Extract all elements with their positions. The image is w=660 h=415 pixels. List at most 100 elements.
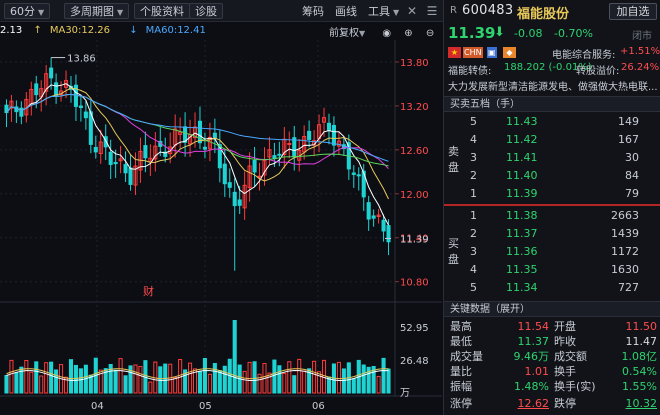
- volume-bar: [277, 365, 282, 394]
- bid-side: 买 盘 1 11.38 2663 2 11.37 1439 3 11.36 11…: [444, 207, 660, 298]
- candle-body: [287, 142, 292, 145]
- adjust-label: 前复权: [329, 28, 359, 39]
- key-data-value: 11.37: [517, 335, 550, 348]
- sector-value: +1.51%: [620, 46, 660, 57]
- key-data-label: 振幅: [450, 380, 472, 393]
- stock-info-button[interactable]: 个股资料: [134, 3, 190, 19]
- candle-body: [381, 219, 386, 232]
- multi-period-button[interactable]: 多周期图 ▼: [64, 3, 130, 19]
- volume-bar: [44, 362, 49, 394]
- candle-body: [54, 82, 59, 96]
- key-data-label: 换手(实): [554, 380, 596, 393]
- tools-label: 工具: [368, 5, 390, 18]
- volume-bar: [302, 370, 307, 394]
- premium-value: 26.24%: [621, 62, 660, 73]
- candle-body: [232, 191, 237, 207]
- menu-icon[interactable]: ☰: [424, 3, 440, 19]
- candle-body: [386, 225, 391, 243]
- candle-body: [49, 67, 54, 79]
- company-news[interactable]: 大力发展新型清洁能源发电、做强做大热电联...: [448, 78, 657, 93]
- orderbook-header[interactable]: 买卖五档（手）: [444, 96, 660, 112]
- bid-volume: 1172: [611, 245, 639, 258]
- last-price: 11.39: [448, 24, 496, 42]
- volume-bar: [272, 359, 277, 394]
- volume-bar: [282, 372, 287, 394]
- volume-bar: [14, 372, 19, 394]
- finance-tag: 财: [143, 284, 154, 298]
- key-data-header[interactable]: 关键数据（展开）: [444, 301, 660, 317]
- volume-bar: [336, 361, 341, 394]
- ask-price: 11.42: [506, 133, 538, 146]
- candle-body: [277, 153, 282, 156]
- diagnose-button[interactable]: 诊股: [189, 3, 223, 19]
- bid-price: 11.35: [506, 263, 538, 276]
- chevron-down-icon: ▼: [393, 8, 400, 17]
- stock-code: 600483: [462, 3, 514, 18]
- add-watchlist-button[interactable]: 加自选: [609, 3, 657, 20]
- minus-icon[interactable]: ⊖: [426, 28, 434, 39]
- volume-bar: [49, 361, 54, 394]
- ask-row[interactable]: 2 11.40 84: [444, 167, 660, 185]
- chips-button[interactable]: 筹码: [296, 3, 330, 19]
- ask-row[interactable]: 4 11.42 167: [444, 131, 660, 149]
- ma60-legend: ↓ MA60:12.41: [129, 25, 214, 36]
- volume-bar: [386, 368, 391, 394]
- volume-bar: [133, 364, 138, 394]
- ask-price: 11.40: [506, 169, 538, 182]
- key-data-value: 9.46万: [513, 350, 550, 363]
- close-icon[interactable]: ✕: [404, 3, 420, 19]
- bid-row[interactable]: 5 11.34 727: [444, 279, 660, 297]
- volume-bar: [197, 370, 203, 394]
- tools-button[interactable]: 工具 ▼: [362, 3, 405, 19]
- kline-chart-area[interactable]: 13.80 13.20 12.60 12.00 11.40 10.80 04 05 06 13.8…: [0, 22, 442, 415]
- key-data-row: 涨停 12.62 跌停 10.32: [444, 396, 660, 411]
- stock-info-label: 个股资料: [140, 5, 184, 18]
- period-label: 60分: [10, 5, 35, 18]
- sector-label[interactable]: 电能综合服务:: [552, 46, 615, 61]
- volume-bar: [29, 371, 34, 394]
- key-data-label: 成交额: [554, 350, 587, 363]
- ask-price: 11.41: [506, 151, 538, 164]
- key-data-row: 量比 1.01 换手 0.54%: [444, 364, 660, 379]
- convertible-label[interactable]: 福能转债:: [448, 62, 491, 77]
- key-data-label: 量比: [450, 365, 472, 378]
- volume-bar: [351, 378, 356, 394]
- bid-level: 5: [470, 281, 477, 294]
- volume-bar: [9, 359, 14, 394]
- capital-icon: ◆: [503, 47, 516, 58]
- price-axis-label: 13.20: [400, 102, 429, 113]
- ask-row[interactable]: 1 11.39 79: [444, 185, 660, 203]
- kline-chart[interactable]: 13.8013.2012.6012.0011.4010.8004 05 0613.8…: [0, 22, 442, 415]
- bid-level: 4: [470, 263, 477, 276]
- bid-row[interactable]: 1 11.38 2663: [444, 207, 660, 225]
- volume-bar: [297, 358, 302, 394]
- bid-row[interactable]: 4 11.35 1630: [444, 261, 660, 279]
- bid-row[interactable]: 3 11.36 1172: [444, 243, 660, 261]
- candle-body: [307, 130, 312, 140]
- draw-line-button[interactable]: 画线: [329, 3, 363, 19]
- chips-label: 筹码: [302, 5, 324, 18]
- period-selector[interactable]: 60分 ▼: [4, 3, 51, 19]
- candle-body: [143, 145, 148, 159]
- ask-row[interactable]: 5 11.43 149: [444, 113, 660, 131]
- chevron-down-icon: ▼: [38, 8, 45, 17]
- candle-body: [128, 167, 133, 185]
- plus-icon[interactable]: ⊕: [404, 28, 412, 39]
- volume-bar: [148, 381, 153, 394]
- price-axis-label: 12.60: [400, 146, 429, 157]
- ask-row[interactable]: 3 11.41 30: [444, 149, 660, 167]
- key-data-value: 12.62: [517, 397, 550, 410]
- ask-volume: 30: [625, 151, 639, 164]
- key-data-label: 最高: [450, 320, 472, 333]
- key-data-value: 1.48%: [514, 380, 549, 393]
- volume-bar: [381, 357, 386, 394]
- price-row: 11.39 ⬇ -0.08 -0.70% 闭市: [444, 22, 660, 44]
- eye-icon[interactable]: ◉: [382, 28, 391, 39]
- candle-body: [366, 202, 371, 220]
- bid-row[interactable]: 2 11.37 1439: [444, 225, 660, 243]
- candle-body: [202, 146, 207, 150]
- volume-bar: [113, 369, 118, 394]
- adjust-selector[interactable]: 前复权▼ ◉ ⊕ ⊖: [329, 24, 434, 39]
- volume-bar: [252, 361, 257, 394]
- stock-name: 福能股份: [517, 7, 570, 22]
